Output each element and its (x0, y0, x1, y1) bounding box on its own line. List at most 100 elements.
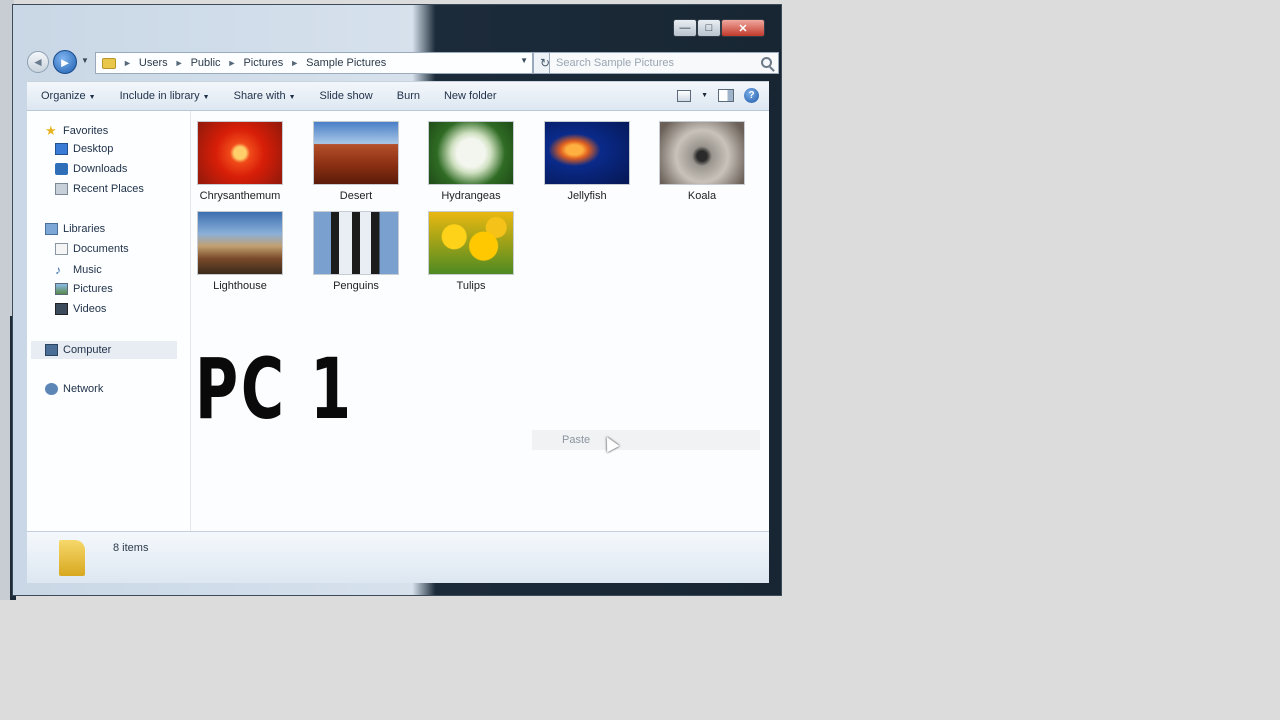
organize-button[interactable]: Organize ▼ (41, 90, 96, 102)
file-item[interactable]: Jellyfish (543, 121, 631, 202)
minimize-button[interactable]: — (673, 19, 697, 37)
address-bar[interactable]: ► Users ► Public ► Pictures ► Sample Pic… (95, 52, 533, 74)
file-name: Tulips (456, 280, 486, 292)
nav-network[interactable]: Network (45, 383, 103, 395)
help-icon[interactable]: ? (744, 88, 759, 103)
chevron-down-icon: ▼ (88, 94, 96, 101)
file-name: Lighthouse (213, 280, 267, 292)
nav-pictures[interactable]: Pictures (55, 283, 113, 295)
breadcrumb-users[interactable]: Users (139, 57, 168, 69)
breadcrumb-pictures[interactable]: Pictures (243, 57, 283, 69)
breadcrumb-separator[interactable]: ► (175, 58, 184, 68)
overlay-caption: PC 1 (195, 340, 354, 438)
star-icon: ★ (45, 123, 57, 138)
nav-computer[interactable]: Computer (31, 341, 177, 359)
recent-places-icon (55, 183, 68, 195)
nav-label: Network (63, 383, 104, 395)
file-name: Chrysanthemum (199, 190, 281, 202)
nav-label: Computer (63, 344, 112, 356)
navigation-pane: ★ Favorites Desktop Downloads Recent Plac… (27, 111, 191, 531)
maximize-button[interactable]: □ (697, 19, 721, 37)
file-name: Koala (687, 190, 717, 202)
slide-show-button[interactable]: Slide show (320, 90, 373, 102)
context-menu-paste[interactable]: Paste (532, 430, 760, 450)
new-folder-button[interactable]: New folder (444, 90, 497, 102)
search-input[interactable]: Search Sample Pictures (549, 52, 779, 74)
computer-icon (45, 344, 58, 356)
thumbnail-image[interactable] (428, 121, 514, 185)
network-icon (45, 383, 58, 395)
nav-label: Videos (73, 303, 107, 315)
nav-label: Documents (73, 243, 129, 255)
burn-button[interactable]: Burn (397, 90, 420, 102)
view-chevron-down-icon[interactable]: ▼ (701, 92, 708, 99)
share-with-button[interactable]: Share with ▼ (234, 90, 296, 102)
address-row: ◄ ► ▼ ► Users ► Public ► Pictures ► Samp… (21, 49, 779, 77)
change-view-icon[interactable] (677, 89, 692, 102)
nav-libraries[interactable]: Libraries (45, 223, 105, 235)
item-count: 8 items (113, 542, 149, 554)
file-item[interactable]: Chrysanthemum (196, 121, 284, 202)
nav-favorites[interactable]: ★ Favorites (45, 123, 108, 139)
breadcrumb-separator[interactable]: ► (228, 58, 237, 68)
explorer-window: — □ ✕ ◄ ► ▼ ► Users ► Public ► Pictures … (12, 4, 782, 596)
file-name: Jellyfish (567, 190, 607, 202)
folder-icon (102, 57, 116, 69)
file-name: Desert (339, 190, 373, 202)
nav-label: Pictures (73, 283, 113, 295)
recent-pages-chevron-icon[interactable]: ▼ (81, 56, 89, 65)
nav-downloads[interactable]: Downloads (55, 163, 127, 175)
breadcrumb-public[interactable]: Public (191, 57, 221, 69)
nav-label: Music (73, 264, 102, 276)
include-label: Include in library (119, 90, 200, 102)
libraries-icon (45, 223, 58, 235)
breadcrumb-separator[interactable]: ► (123, 58, 132, 68)
nav-label: Libraries (63, 223, 106, 235)
preview-pane-icon[interactable] (718, 89, 734, 102)
desktop-icon (55, 143, 68, 155)
thumbnail-image[interactable] (659, 121, 745, 185)
details-pane: 8 items (27, 531, 769, 583)
file-item[interactable]: Hydrangeas (427, 121, 515, 202)
file-name: Penguins (333, 280, 379, 292)
thumbnail-image[interactable] (313, 121, 399, 185)
nav-label: Desktop (73, 143, 114, 155)
thumbnail-image[interactable] (197, 121, 283, 185)
file-item[interactable]: Koala (658, 121, 746, 202)
breadcrumb-sample-pictures[interactable]: Sample Pictures (306, 57, 386, 69)
file-item[interactable]: Desert (312, 121, 400, 202)
documents-icon (55, 243, 68, 255)
nav-recent-places[interactable]: Recent Places (55, 183, 144, 195)
thumbnail-image[interactable] (544, 121, 630, 185)
nav-documents[interactable]: Documents (55, 243, 129, 255)
include-in-library-button[interactable]: Include in library ▼ (120, 90, 210, 102)
close-button[interactable]: ✕ (721, 19, 765, 37)
file-item[interactable]: Penguins (312, 211, 400, 292)
title-bar[interactable]: — □ ✕ (13, 5, 781, 45)
nav-label: Favorites (63, 125, 109, 137)
file-item[interactable]: Lighthouse (196, 211, 284, 292)
nav-music[interactable]: ♪ Music (55, 263, 102, 277)
nav-videos[interactable]: Videos (55, 303, 106, 315)
breadcrumb-separator[interactable]: ► (290, 58, 299, 68)
music-icon: ♪ (55, 263, 61, 277)
file-name: Hydrangeas (441, 190, 501, 202)
pictures-icon (55, 283, 68, 295)
forward-button[interactable]: ► (53, 50, 77, 74)
chevron-down-icon: ▼ (202, 94, 210, 101)
file-item[interactable]: Tulips (427, 211, 515, 292)
videos-icon (55, 303, 68, 315)
chevron-down-icon: ▼ (288, 94, 296, 101)
back-button[interactable]: ◄ (27, 51, 49, 73)
search-icon[interactable] (761, 57, 772, 68)
thumbnail-image[interactable] (313, 211, 399, 275)
organize-label: Organize (41, 90, 86, 102)
thumbnail-image[interactable] (428, 211, 514, 275)
share-label: Share with (233, 90, 286, 102)
file-list[interactable]: Chrysanthemum Desert Hydrangeas Jellyfis… (191, 111, 769, 531)
address-dropdown-icon[interactable]: ▼ (520, 56, 528, 65)
downloads-icon (55, 163, 68, 175)
nav-label: Recent Places (73, 183, 144, 195)
thumbnail-image[interactable] (197, 211, 283, 275)
nav-desktop[interactable]: Desktop (55, 143, 113, 155)
